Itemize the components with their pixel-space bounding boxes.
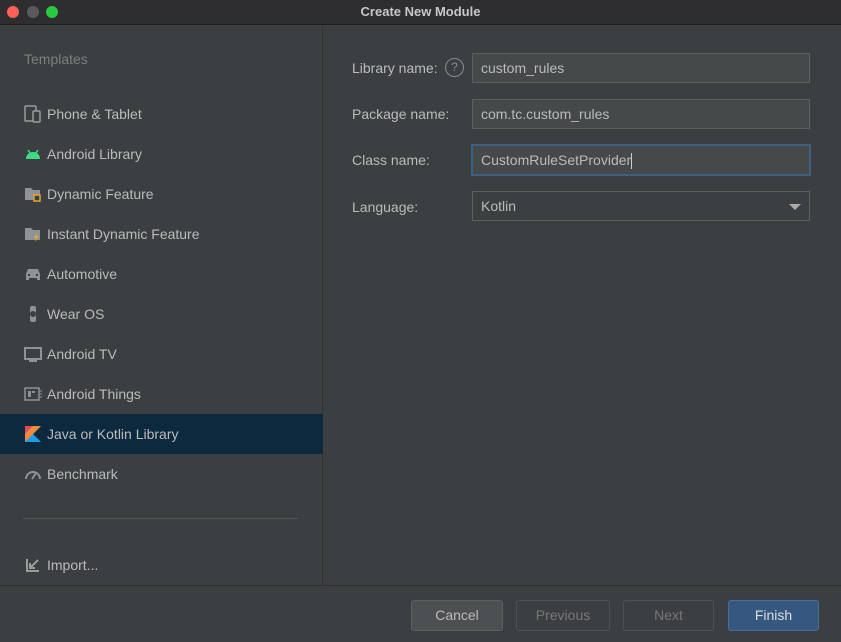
sidebar-item-android-library[interactable]: Android Library <box>0 134 323 174</box>
tv-icon <box>24 345 42 363</box>
sidebar-item-automotive[interactable]: Automotive <box>0 254 323 294</box>
sidebar-item-label: Phone & Tablet <box>47 106 142 122</box>
chevron-down-icon <box>789 204 801 210</box>
car-icon <box>24 265 42 283</box>
sidebar-item-label: Wear OS <box>47 306 105 322</box>
class-name-label: Class name: <box>352 152 430 168</box>
text-caret <box>631 153 633 170</box>
window-title: Create New Module <box>360 4 481 19</box>
package-name-label: Package name: <box>352 106 450 122</box>
templates-heading: Templates <box>24 51 88 67</box>
things-board-icon <box>24 385 42 403</box>
close-window-button[interactable] <box>7 6 19 18</box>
android-icon <box>24 145 42 163</box>
sidebar-item-label: Android Library <box>47 146 142 162</box>
sidebar-item-label: Java or Kotlin Library <box>47 426 179 442</box>
phone-tablet-icon <box>24 105 42 123</box>
sidebar-item-wear-os[interactable]: Wear OS <box>0 294 323 334</box>
title-bar: Create New Module <box>0 0 841 25</box>
library-name-label: Library name: <box>352 60 438 76</box>
sidebar-item-android-tv[interactable]: Android TV <box>0 334 323 374</box>
import-button[interactable]: Import... <box>0 545 323 585</box>
library-name-input[interactable]: custom_rules <box>472 53 810 83</box>
sidebar-item-label: Dynamic Feature <box>47 186 154 202</box>
import-icon <box>24 556 42 574</box>
sidebar-divider <box>23 518 298 519</box>
sidebar-item-label: Automotive <box>47 266 118 282</box>
language-value: Kotlin <box>481 198 517 214</box>
minimize-window-button[interactable] <box>27 6 39 18</box>
language-label: Language: <box>352 199 419 215</box>
dynamic-feature-folder-icon <box>24 185 42 203</box>
previous-button[interactable]: Previous <box>516 600 610 631</box>
sidebar-item-label: Instant Dynamic Feature <box>47 226 200 242</box>
sidebar-item-label: Android Things <box>47 386 141 402</box>
sidebar-item-dynamic-feature[interactable]: Dynamic Feature <box>0 174 323 214</box>
sidebar-item-instant-dynamic-feature[interactable]: Instant Dynamic Feature <box>0 214 323 254</box>
sidebar-item-benchmark[interactable]: Benchmark <box>0 454 323 494</box>
import-label: Import... <box>47 557 99 573</box>
class-name-input[interactable]: CustomRuleSetProvider <box>471 144 811 176</box>
cancel-button[interactable]: Cancel <box>411 600 503 631</box>
kotlin-icon <box>24 425 42 443</box>
sidebar-item-phone-tablet[interactable]: Phone & Tablet <box>0 94 323 134</box>
dialog-footer: Cancel Previous Next Finish <box>0 585 841 642</box>
package-name-input[interactable]: com.tc.custom_rules <box>472 99 810 129</box>
watch-icon <box>24 305 42 323</box>
language-dropdown[interactable]: Kotlin <box>472 191 810 221</box>
sidebar-item-java-or-kotlin-library[interactable]: Java or Kotlin Library <box>0 414 323 454</box>
maximize-window-button[interactable] <box>46 6 58 18</box>
next-button[interactable]: Next <box>623 600 714 631</box>
instant-feature-folder-icon <box>24 225 42 243</box>
help-icon[interactable]: ? <box>445 58 464 77</box>
templates-sidebar: Templates Phone & Tablet Android Library D… <box>0 26 323 585</box>
gauge-icon <box>24 465 42 483</box>
finish-button[interactable]: Finish <box>728 600 819 631</box>
class-name-value: CustomRuleSetProvider <box>481 152 632 168</box>
sidebar-item-label: Benchmark <box>47 466 118 482</box>
sidebar-item-android-things[interactable]: Android Things <box>0 374 323 414</box>
sidebar-item-label: Android TV <box>47 346 117 362</box>
